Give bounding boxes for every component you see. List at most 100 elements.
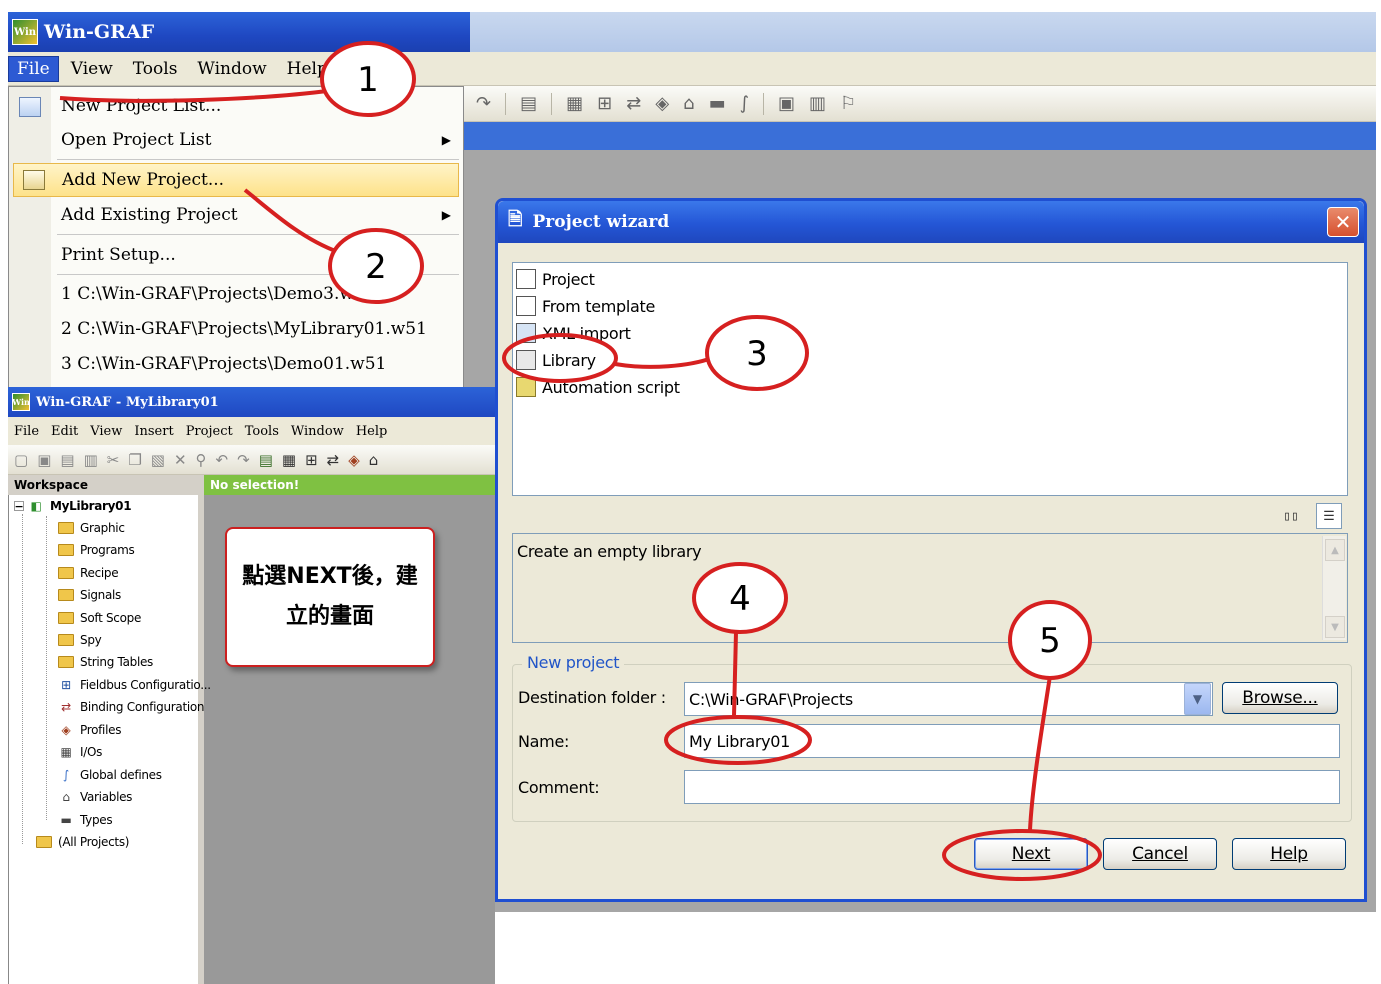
tree-item-label: I/Os (80, 745, 103, 759)
type-xml-import[interactable]: XML import (516, 320, 631, 346)
folder-icon (58, 612, 74, 624)
scroll-up-icon[interactable]: ▲ (1325, 539, 1345, 561)
win-graf-logo-icon: Win (12, 19, 38, 45)
build-icon[interactable]: ▤ (520, 93, 537, 114)
group-label: New project (522, 653, 625, 672)
save-all-icon[interactable]: ▤ (60, 451, 74, 469)
close-button[interactable]: ✕ (1327, 207, 1359, 237)
tree-item-string-tables[interactable]: String Tables (58, 652, 153, 672)
tree-root-label: MyLibrary01 (50, 499, 132, 513)
find-icon[interactable]: ⚲ (196, 451, 207, 469)
save-icon[interactable]: ▣ (37, 451, 51, 469)
binding-toolbar-icon[interactable]: ⇄ (327, 451, 340, 469)
browse-button[interactable]: Browse... (1222, 682, 1338, 714)
print-icon[interactable]: ▥ (84, 451, 98, 469)
menu-window[interactable]: Window (291, 424, 344, 439)
cut-icon[interactable]: ✂ (107, 451, 120, 469)
profiles-toolbar-icon[interactable]: ◈ (655, 93, 669, 114)
help-button[interactable]: Help (1232, 838, 1346, 870)
redo-icon[interactable]: ↷ (237, 451, 250, 469)
menu-open-project-list[interactable]: Open Project List ▶ (9, 123, 463, 157)
type-project[interactable]: Project (516, 266, 595, 292)
folder-icon (58, 522, 74, 534)
menu-help[interactable]: Help (356, 424, 388, 439)
menu-project[interactable]: Project (186, 424, 233, 439)
description-scrollbar[interactable]: ▲ ▼ (1322, 536, 1346, 640)
menu-item-label: Open Project List (61, 130, 212, 150)
menu-recent-file-1[interactable]: 1 C:\Win-GRAF\Projects\Demo3.w51 (9, 277, 463, 311)
fieldbus-toolbar-icon[interactable]: ⊞ (597, 93, 612, 114)
scroll-down-icon[interactable]: ▼ (1325, 616, 1345, 638)
tree-item-recipe[interactable]: Recipe (58, 563, 119, 583)
destination-folder-combo[interactable]: C:\Win-GRAF\Projects (684, 682, 1213, 716)
tree-item-profiles[interactable]: ◈ Profiles (58, 720, 122, 740)
ios-toolbar-icon[interactable]: ▦ (566, 93, 583, 114)
next-button[interactable]: Next (974, 838, 1088, 870)
type-automation-script[interactable]: Automation script (516, 374, 680, 400)
collapse-icon[interactable]: − (14, 501, 24, 512)
menu-print-setup[interactable]: Print Setup... (9, 238, 463, 272)
tree-item-global-defines[interactable]: ∫ Global defines (58, 765, 162, 785)
menu-view[interactable]: View (90, 424, 122, 439)
list-view-icon[interactable]: ☰ (1316, 503, 1342, 529)
types-toolbar-icon[interactable]: ▬ (709, 93, 726, 114)
delete-icon[interactable]: ✕ (174, 451, 187, 469)
chevron-down-icon[interactable]: ▼ (1184, 683, 1211, 715)
menu-view[interactable]: View (63, 57, 121, 81)
folder-icon (58, 589, 74, 601)
menu-tools[interactable]: Tools (245, 424, 279, 439)
menu-add-existing-project[interactable]: Add Existing Project ▶ (9, 198, 463, 232)
binding-toolbar-icon[interactable]: ⇄ (626, 93, 641, 114)
description-text: Create an empty library (517, 542, 702, 561)
menu-help[interactable]: Help (279, 57, 336, 81)
tree-item-label: Soft Scope (80, 611, 142, 625)
menu-recent-file-2[interactable]: 2 C:\Win-GRAF\Projects\MyLibrary01.w51 (9, 312, 463, 346)
variables-toolbar-icon[interactable]: ⌂ (369, 451, 379, 469)
name-field[interactable]: My Library01 (684, 724, 1340, 758)
menu-recent-file-3[interactable]: 3 C:\Win-GRAF\Projects\Demo01.w51 (9, 347, 463, 381)
ios-toolbar-icon[interactable]: ▦ (282, 451, 296, 469)
download-toolbar-icon[interactable]: ▥ (809, 93, 826, 114)
tree-item-fieldbus[interactable]: ⊞ Fieldbus Configuratio... (58, 675, 211, 695)
redo-icon[interactable]: ↷ (476, 93, 491, 114)
variables-toolbar-icon[interactable]: ⌂ (683, 93, 694, 114)
menu-add-new-project[interactable]: Add New Project... (13, 163, 459, 197)
menu-tools[interactable]: Tools (125, 57, 186, 81)
menu-new-project-list[interactable]: New Project List... (9, 89, 463, 123)
tree-item-types[interactable]: ▬ Types (58, 810, 112, 830)
tree-item-all-projects[interactable]: (All Projects) (36, 832, 129, 852)
type-label: Automation script (542, 377, 680, 397)
paste-icon[interactable]: ▧ (151, 451, 165, 469)
build-icon[interactable]: ▤ (259, 451, 273, 469)
tree-item-programs[interactable]: Programs (58, 540, 135, 560)
properties-toolbar-icon[interactable]: ▣ (778, 93, 795, 114)
undo-icon[interactable]: ↶ (216, 451, 229, 469)
fieldbus-toolbar-icon[interactable]: ⊞ (305, 451, 318, 469)
tree-item-soft-scope[interactable]: Soft Scope (58, 608, 141, 628)
cancel-button[interactable]: Cancel (1103, 838, 1217, 870)
menu-insert[interactable]: Insert (134, 424, 173, 439)
menu-window[interactable]: Window (189, 57, 274, 81)
copy-icon[interactable]: ❐ (128, 451, 141, 469)
tree-item-binding[interactable]: ⇄ Binding Configuration (58, 697, 204, 717)
menu-edit[interactable]: Edit (51, 424, 78, 439)
type-library[interactable]: Library (516, 347, 596, 373)
tree-item-graphic[interactable]: Graphic (58, 518, 125, 538)
folder-icon (58, 567, 74, 579)
menu-file[interactable]: File (14, 424, 39, 439)
tree-root-mylibrary01[interactable]: − ◧ MyLibrary01 (14, 496, 132, 516)
comment-field[interactable] (684, 770, 1340, 804)
defines-toolbar-icon[interactable]: ∫ (740, 93, 749, 114)
profiles-toolbar-icon[interactable]: ◈ (348, 451, 360, 469)
menu-file[interactable]: File (8, 55, 59, 82)
tree-item-signals[interactable]: Signals (58, 585, 121, 605)
tree-item-ios[interactable]: ▦ I/Os (58, 742, 102, 762)
tree-item-spy[interactable]: Spy (58, 630, 102, 650)
tree-item-label: Profiles (80, 723, 122, 737)
type-from-template[interactable]: From template (516, 293, 655, 319)
new-icon[interactable]: ▢ (14, 451, 28, 469)
tree-item-variables[interactable]: ⌂ Variables (58, 787, 132, 807)
large-icons-view-icon[interactable]: ▯▯ (1278, 503, 1304, 529)
close-icon: ✕ (1334, 210, 1352, 234)
debug-toolbar-icon[interactable]: ⚐ (840, 93, 856, 114)
